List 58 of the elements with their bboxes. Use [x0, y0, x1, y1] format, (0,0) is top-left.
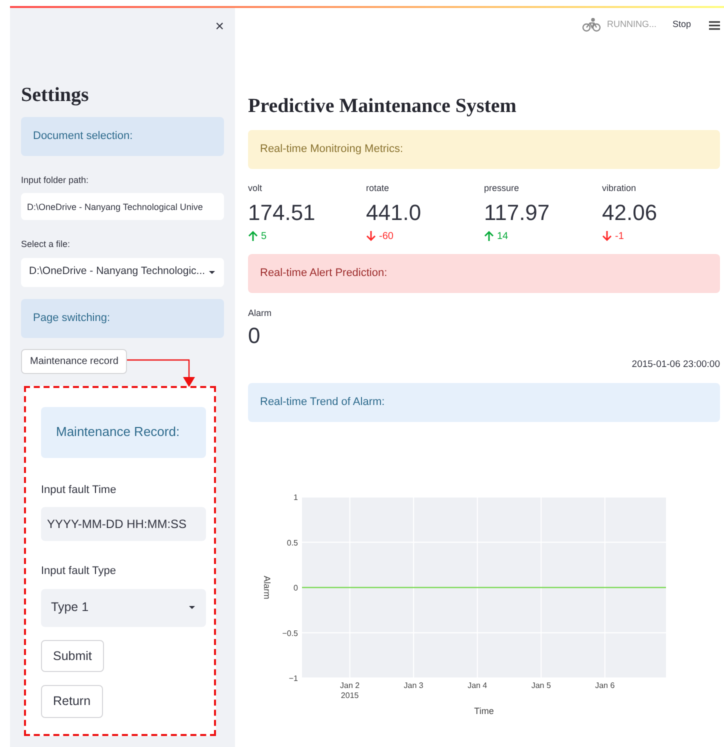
metric-value: 0: [248, 324, 262, 348]
metrics-banner: Real-time Monitroing Metrics:: [248, 130, 720, 169]
metric-value: 441.0: [366, 200, 422, 225]
metric-delta: 14: [497, 230, 508, 244]
record-banner: Maintenance Record:: [41, 406, 206, 458]
field-label: Input fault Time: [41, 482, 118, 498]
metric-value: 42.06: [602, 200, 658, 225]
x-tick-label: Jan 2: [340, 680, 360, 690]
metric-value: 117.97: [484, 200, 551, 225]
metric-label: volt: [248, 182, 264, 195]
close-button[interactable]: ×: [215, 16, 224, 38]
x-axis-title: Time: [474, 706, 494, 716]
section-banner: Page switching:: [21, 298, 224, 338]
metric-delta: -1: [615, 230, 624, 244]
x-tick-label: 2015: [340, 690, 359, 700]
timestamp: 2015-01-06 23:00:00: [630, 358, 720, 372]
page-title: Predictive Maintenance System: [248, 94, 518, 118]
y-tick-label: 0.5: [286, 538, 298, 547]
running-status: RUNNING...: [606, 18, 656, 32]
trend-banner: Real-time Trend of Alarm:: [248, 382, 720, 422]
arrow-up-icon: [248, 231, 258, 242]
bicycle-icon: [582, 18, 601, 32]
page-switch-button[interactable]: Maintenance record: [21, 348, 128, 374]
sidebar-title: Settings: [21, 82, 90, 106]
y-tick-label: 0: [294, 583, 298, 592]
metric-label: vibration: [602, 182, 638, 195]
y-axis-title: Alarm: [262, 575, 272, 599]
form-button[interactable]: Submit: [41, 640, 104, 672]
file-select[interactable]: D:\OneDrive - Nanyang Technologic...: [21, 258, 224, 286]
metric-label: Alarm: [248, 306, 273, 320]
x-tick-label: Jan 6: [595, 680, 615, 690]
fault-type-select[interactable]: Type 1: [41, 588, 206, 626]
alert-banner: Real-time Alert Prediction:: [248, 254, 720, 293]
arrow-down-icon: [602, 231, 612, 242]
arrow-up-icon: [484, 231, 494, 242]
fault-time-field[interactable]: YYYY-MM-DD HH:MM:SS: [41, 507, 206, 541]
field-label: Input fault Type: [41, 564, 118, 579]
metric-label: pressure: [484, 182, 520, 195]
y-tick-label: 1: [294, 492, 298, 502]
caret-icon: [208, 270, 216, 274]
y-tick-label: −0.5: [282, 628, 298, 638]
section-banner: Document selection:: [21, 116, 224, 156]
field-label: Select a file:: [21, 238, 72, 251]
arrow-down-icon: [366, 231, 376, 242]
metric-delta: 5: [261, 230, 267, 244]
metric-value: 174.51: [248, 200, 316, 225]
stop-button[interactable]: Stop: [672, 18, 691, 32]
field-label: Input folder path:: [21, 174, 90, 187]
y-tick-label: −1: [288, 674, 298, 683]
metric-label: rotate: [366, 182, 390, 195]
x-tick-label: Jan 5: [531, 680, 551, 690]
x-tick-label: Jan 3: [404, 680, 424, 690]
folder-path-field[interactable]: D:\OneDrive - Nanyang Technological Unive: [21, 193, 224, 220]
metric-delta: -60: [379, 230, 394, 244]
menu-icon: [709, 20, 720, 30]
form-button[interactable]: Return: [41, 685, 103, 718]
x-tick-label: Jan 4: [468, 680, 488, 690]
caret-icon: [188, 605, 196, 610]
